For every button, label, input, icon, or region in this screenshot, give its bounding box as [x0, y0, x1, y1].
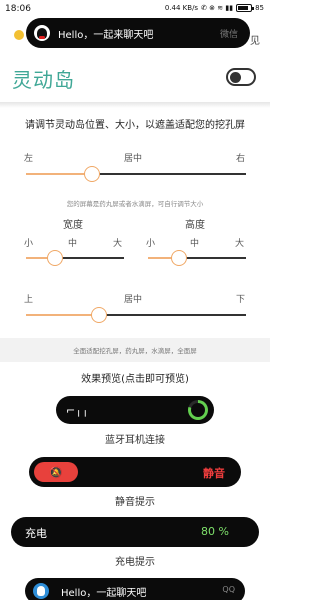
dynamic-island-notification[interactable]: Hello，一起来聊天吧 微信 — [26, 18, 250, 48]
position-right-label: 右 — [236, 154, 246, 164]
width-title: 宽度 — [63, 220, 83, 231]
slider-thumb[interactable] — [90, 307, 107, 323]
battery-icon — [236, 4, 255, 12]
position-left-label: 左 — [24, 154, 34, 164]
bell-off-icon: 🔕 — [49, 465, 63, 479]
island-enable-toggle[interactable] — [226, 68, 256, 86]
height-title: 高度 — [185, 220, 205, 231]
width-mid-label: 中 — [68, 239, 78, 249]
background-text: 见 — [250, 36, 260, 47]
status-bar: 18:06 0.44 KB/s ✆ ⊗ ≋ ▮▮ 85 — [0, 0, 270, 20]
height-min-label: 小 — [146, 239, 156, 249]
charging-label: 充电 — [25, 527, 47, 540]
mute-caption: 静音提示 — [115, 497, 155, 508]
compat-note: 全面适配挖孔屏，药丸屏，水滴屏，全面屏 — [73, 347, 197, 355]
height-max-label: 大 — [235, 239, 245, 249]
signal-icons: ✆ ⊗ ≋ ▮▮ — [201, 4, 234, 12]
horizontal-position-slider[interactable] — [26, 166, 246, 182]
page-title: 灵动岛 — [12, 68, 75, 92]
compat-banner: 全面适配挖孔屏，药丸屏，水滴屏，全面屏 — [0, 338, 270, 362]
qq-avatar-icon — [33, 583, 49, 599]
background-app-icon — [14, 30, 24, 40]
message-app-name: QQ — [222, 585, 235, 594]
net-speed: 0.44 KB/s — [164, 4, 199, 12]
battery-percent: 85 — [255, 4, 264, 12]
preview-section-title: 效果预览(点击即可预览) — [81, 374, 189, 385]
vertical-position-slider[interactable] — [26, 307, 246, 323]
height-slider[interactable] — [148, 250, 246, 266]
width-min-label: 小 — [24, 239, 34, 249]
mute-preview-island[interactable]: 🔕 静音 — [29, 457, 241, 487]
charging-preview-island[interactable]: 充电 80 % — [11, 517, 259, 547]
message-preview-island[interactable]: Hello，一起聊天吧 QQ — [25, 578, 245, 600]
mute-label: 静音 — [203, 467, 225, 480]
slider-fill — [26, 173, 92, 175]
bluetooth-preview-island[interactable]: ⌐╷╷ — [56, 396, 214, 424]
slider-thumb[interactable] — [84, 166, 100, 182]
instructions: 请调节灵动岛位置、大小，以遮盖适配您的挖孔屏 — [25, 120, 245, 131]
bluetooth-caption: 蓝牙耳机连接 — [105, 435, 165, 446]
width-max-label: 大 — [113, 239, 123, 249]
charging-percent: 80 % — [201, 525, 229, 538]
vertical-top-label: 上 — [24, 295, 34, 305]
earbuds-icon: ⌐╷╷ — [66, 404, 89, 417]
charging-caption: 充电提示 — [115, 557, 155, 568]
connection-progress-ring — [188, 400, 208, 420]
slider-thumb[interactable] — [171, 250, 188, 266]
island-message: Hello，一起来聊天吧 — [58, 29, 154, 41]
height-mid-label: 中 — [190, 239, 200, 249]
status-indicators: 0.44 KB/s ✆ ⊗ ≋ ▮▮ 85 — [165, 4, 264, 12]
slider-fill — [26, 314, 99, 316]
battery-level — [238, 6, 249, 10]
slider-thumb[interactable] — [47, 250, 64, 266]
vertical-bottom-label: 下 — [236, 295, 246, 305]
mute-indicator: 🔕 — [34, 462, 78, 482]
size-hint: 您的屏幕是药丸屏或者水滴屏，可自行调节大小 — [66, 200, 204, 208]
message-preview-text: Hello，一起聊天吧 — [61, 588, 147, 599]
vertical-center-label: 居中 — [124, 295, 143, 305]
header-divider — [0, 102, 270, 108]
status-time: 18:06 — [5, 4, 31, 14]
qq-penguin-icon — [34, 25, 50, 41]
width-slider[interactable] — [26, 250, 124, 266]
island-app-name: 微信 — [219, 29, 238, 40]
position-center-label: 居中 — [124, 154, 143, 164]
app-header: 灵动岛 — [0, 52, 270, 102]
toggle-knob — [230, 72, 241, 83]
